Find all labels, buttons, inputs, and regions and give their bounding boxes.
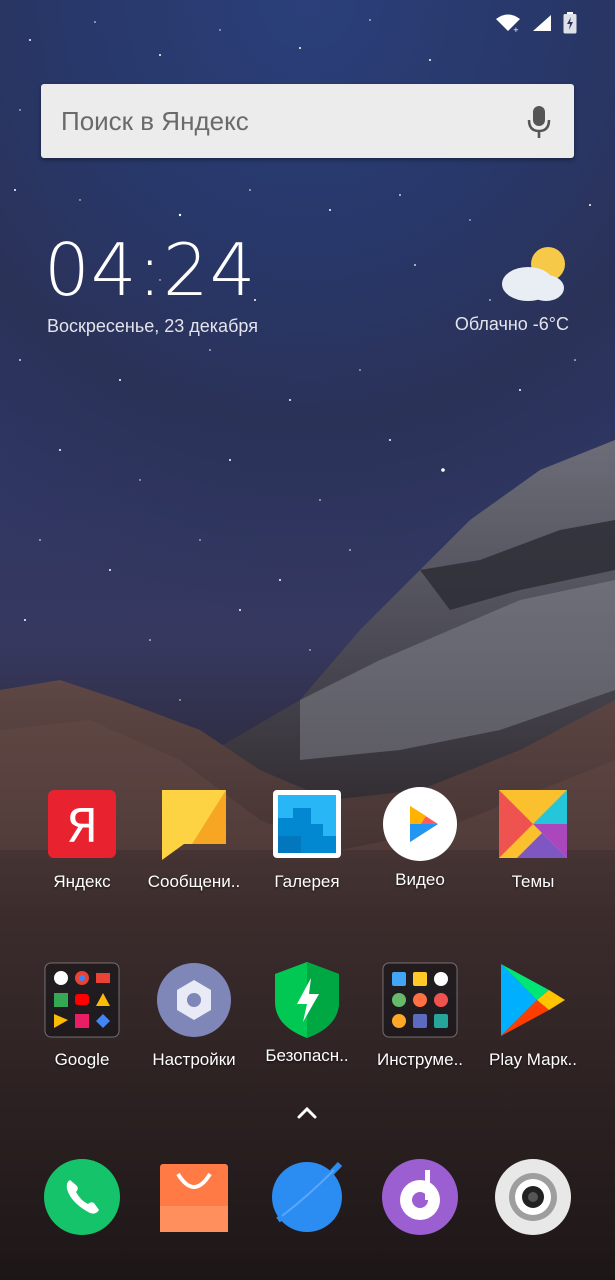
video-icon xyxy=(382,786,458,862)
browser-icon[interactable] xyxy=(268,1158,346,1236)
svg-text:Я: Я xyxy=(66,799,98,853)
app-label: Сообщени.. xyxy=(147,872,241,891)
music-icon[interactable] xyxy=(381,1158,459,1236)
status-bar: + xyxy=(495,12,577,34)
app-label: Видео xyxy=(395,870,445,889)
clock-date: Воскресенье, 23 декабря xyxy=(47,316,258,336)
app-label: Настройки xyxy=(152,1050,236,1069)
app-messages[interactable]: Сообщени.. xyxy=(134,788,254,892)
app-gallery[interactable]: Галерея xyxy=(247,788,367,892)
clock-time[interactable]: 04:24 xyxy=(44,228,257,312)
battery-icon xyxy=(563,12,577,34)
app-label: Темы xyxy=(511,872,555,891)
app-label: Галерея xyxy=(274,872,340,891)
google-folder-icon xyxy=(44,962,120,1038)
chevron-up-icon[interactable] xyxy=(296,1104,318,1120)
weather-text: Облачно -6°C xyxy=(454,314,569,334)
messages-icon xyxy=(158,788,230,860)
gallery-icon xyxy=(271,788,343,860)
folder-tools[interactable]: Инструме.. xyxy=(360,962,480,1070)
wifi-icon: + xyxy=(496,14,520,33)
camera-icon[interactable] xyxy=(494,1158,572,1236)
app-label: Яндекс xyxy=(53,872,111,891)
app-themes[interactable]: Темы xyxy=(473,788,593,892)
mi-store-icon[interactable] xyxy=(158,1162,230,1234)
play-store-icon xyxy=(497,962,569,1038)
yandex-search-widget[interactable]: Поиск в Яндекс xyxy=(41,84,574,158)
microphone-icon[interactable] xyxy=(526,104,552,140)
themes-icon xyxy=(497,788,569,860)
security-icon xyxy=(271,960,343,1040)
phone-icon[interactable] xyxy=(43,1158,121,1236)
app-yandex[interactable]: Я Яндекс xyxy=(22,788,142,892)
app-settings[interactable]: Настройки xyxy=(134,962,254,1070)
yandex-icon: Я xyxy=(46,788,118,860)
search-placeholder: Поиск в Яндекс xyxy=(61,106,249,136)
app-play-store[interactable]: Play Марк.. xyxy=(473,962,593,1070)
folder-google[interactable]: Google xyxy=(22,962,142,1070)
tools-folder-icon xyxy=(382,962,458,1038)
svg-text:+: + xyxy=(513,26,519,33)
app-video[interactable]: Видео xyxy=(360,786,480,890)
app-label: Google xyxy=(54,1050,110,1069)
app-label: Play Марк.. xyxy=(489,1050,577,1069)
app-security[interactable]: Безопасн.. xyxy=(247,960,367,1066)
partly-cloudy-icon[interactable] xyxy=(498,242,572,306)
app-label: Безопасн.. xyxy=(265,1046,349,1065)
settings-icon xyxy=(156,962,232,1038)
app-label: Инструме.. xyxy=(376,1050,464,1069)
signal-icon xyxy=(533,15,551,31)
